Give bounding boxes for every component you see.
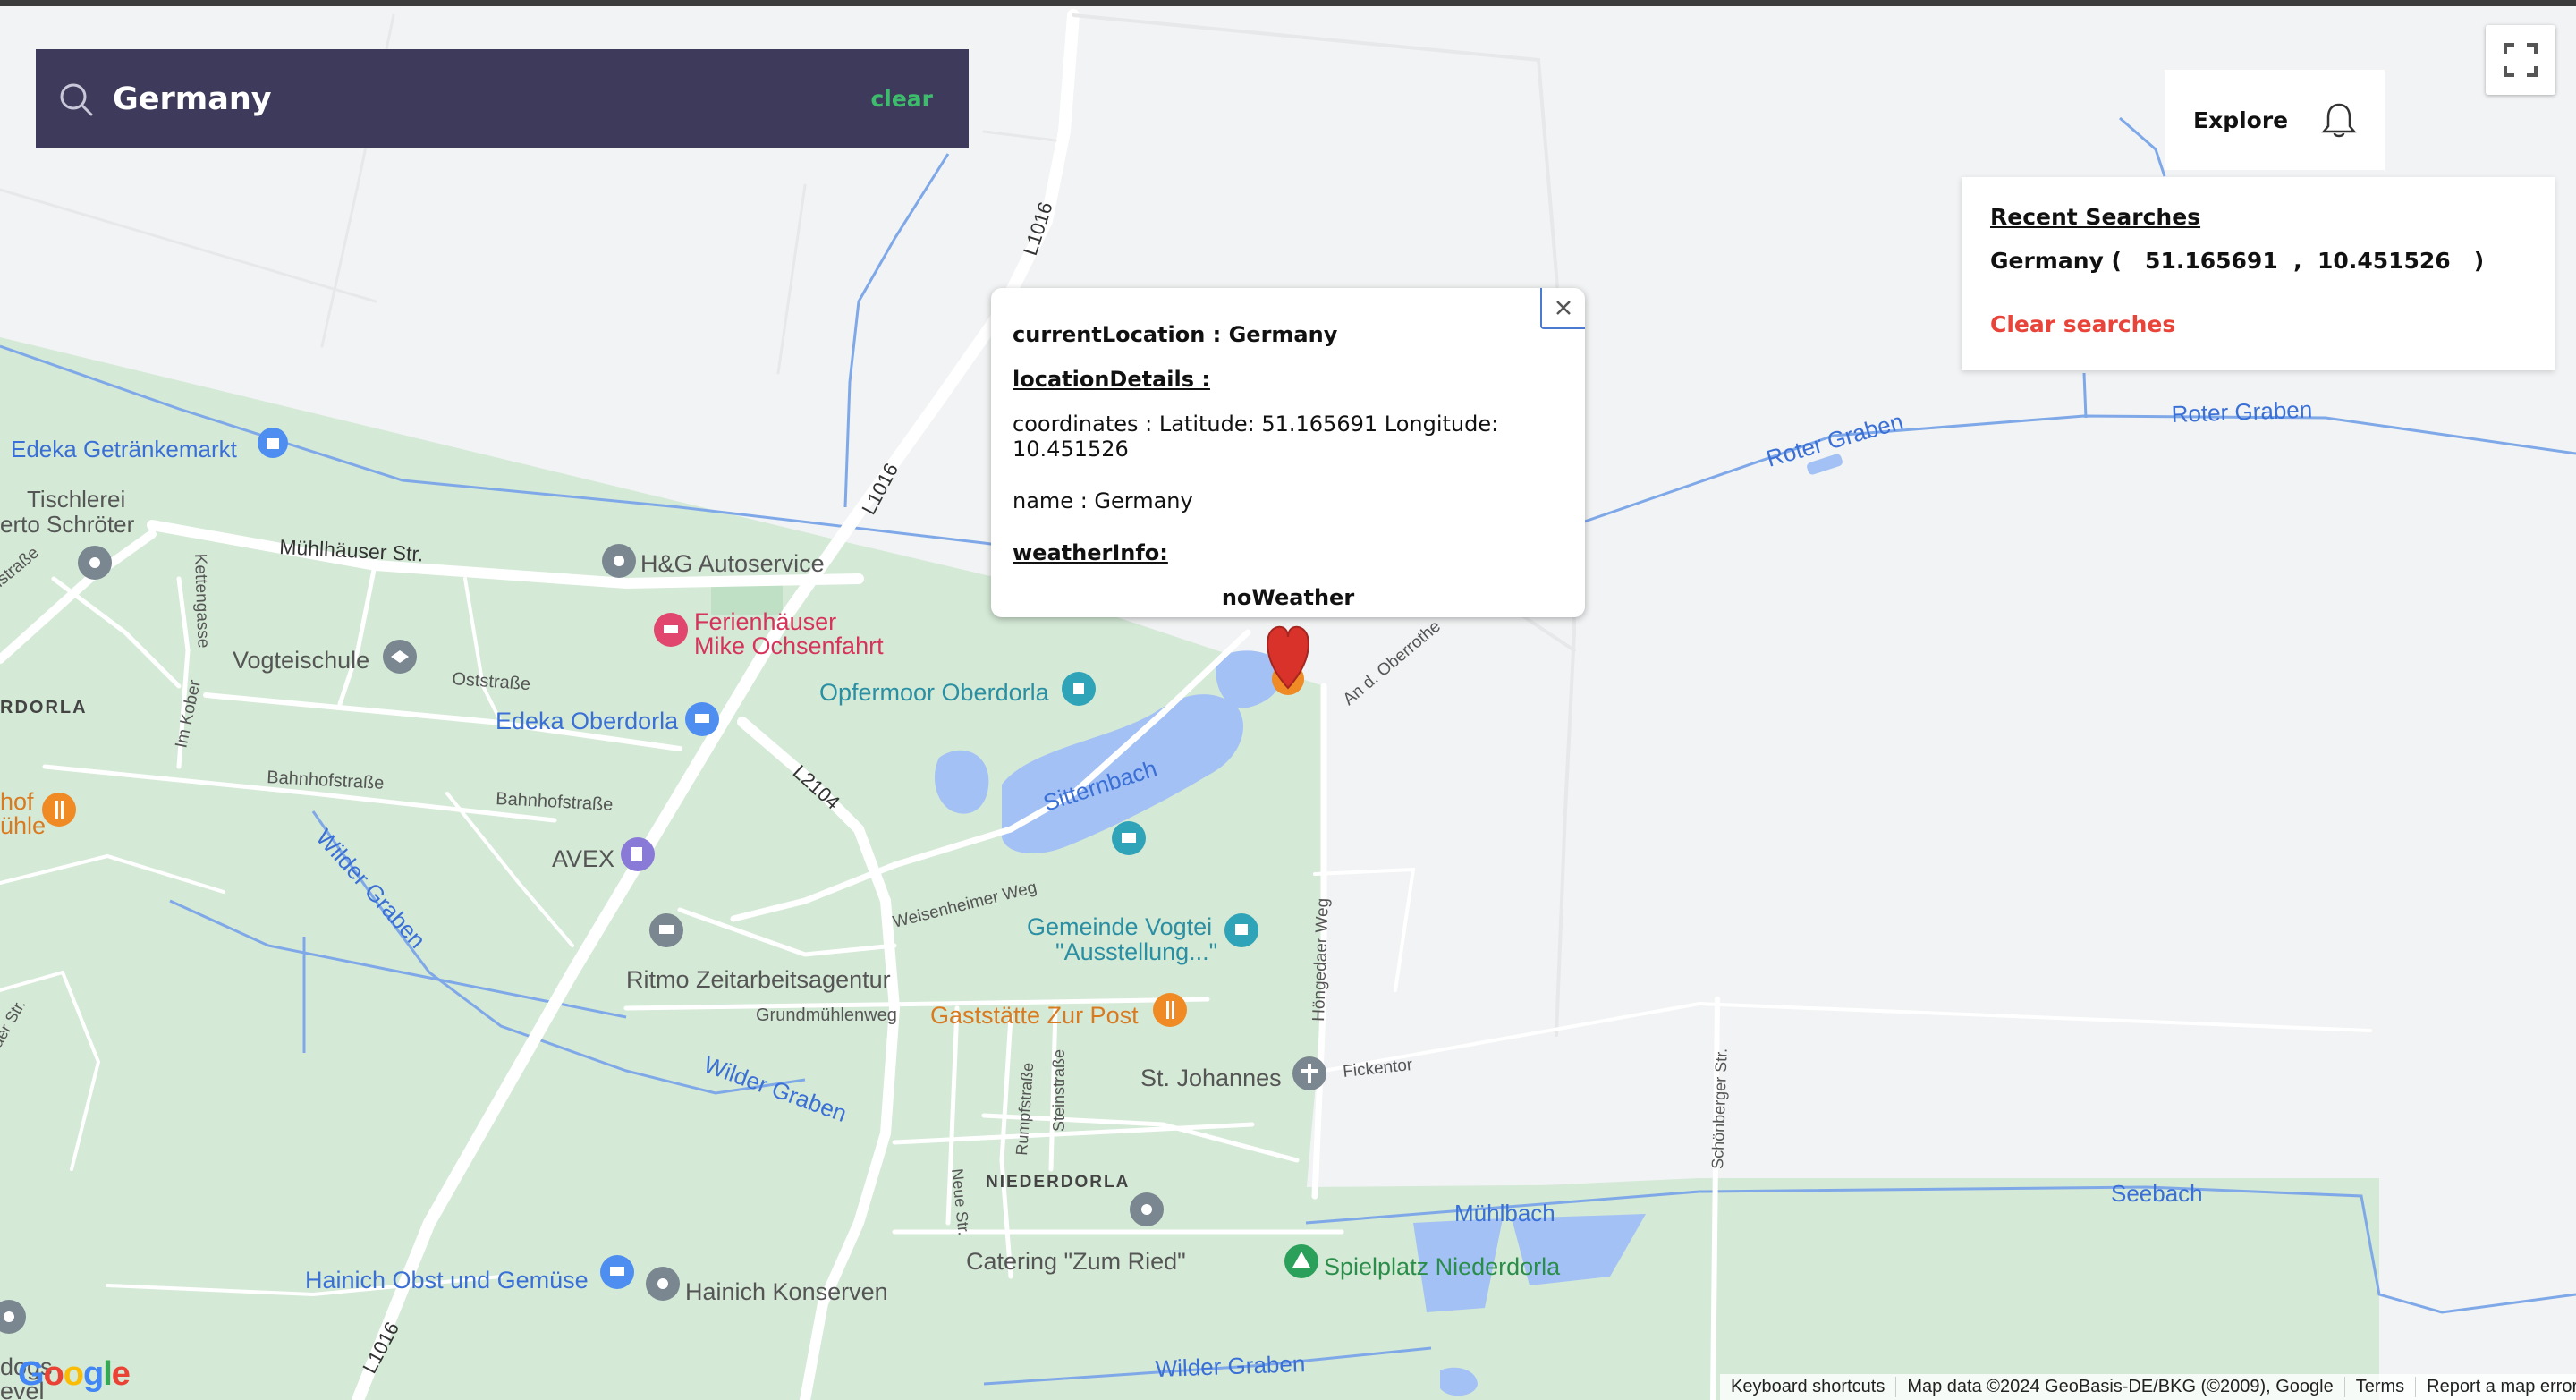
label-uhle: ühle [0,812,46,839]
search-input[interactable] [111,80,871,118]
label-catering: Catering "Zum Ried" [966,1248,1186,1275]
poi-edeka-getraenke-icon [258,428,288,458]
poi-edeka-oberdorla-icon [685,702,719,736]
label-gemeinde-1: Gemeinde Vogtei [1027,913,1212,940]
label-erto-schroeter: erto Schröter [0,511,135,538]
weather-info-title: weatherInfo: [1013,540,1168,565]
label-muehlbach: Mühlbach [1454,1200,1555,1226]
label-rdorla: RDORLA [0,698,88,717]
search-bar: clear [36,49,969,148]
label-ritmo: Ritmo Zeitarbeitsagentur [626,966,891,993]
label-edeka-getraenke: Edeka Getränkemarkt [11,436,238,462]
label-hainich-obst: Hainich Obst und Gemüse [305,1267,589,1294]
terms-link[interactable]: Terms [2343,1377,2415,1397]
poi-pin-niederdorla-icon [1130,1192,1164,1226]
close-icon [1556,301,1571,315]
label-ferienhaeuser-2: Mike Ochsenfahrt [694,632,884,659]
search-icon [60,83,93,115]
poi-camera-icon [1112,821,1146,855]
label-wilder-graben-3: Wilder Graben [1155,1350,1306,1382]
poi-hainich-konserven-icon [646,1267,680,1301]
map-footer: Keyboard shortcuts Map data ©2024 GeoBas… [1720,1374,2576,1400]
label-ferienhaeuser-1: Ferienhäuser [694,608,836,635]
weather-value-text: noWeather [1221,585,1355,610]
coordinates-text: coordinates : Latitude: 51.165691 Longit… [1013,412,1499,462]
poi-ferienhaeuser-icon [654,613,688,647]
poi-spielplatz-icon [1284,1244,1318,1278]
label-hg-autoservice: H&G Autoservice [640,550,825,577]
label-hainich-konserven: Hainich Konserven [685,1278,888,1305]
explore-label[interactable]: Explore [2193,107,2288,133]
label-l1016-2: L1016 [857,460,902,519]
label-grundmuehlenweg: Grundmühlenweg [756,1005,897,1025]
recent-search-item[interactable]: Germany ( 51.165691 , 10.451526 ) [1990,248,2526,274]
poi-st-johannes-icon [1292,1056,1326,1090]
map-data-attribution: Map data ©2024 GeoBasis-DE/BKG (©2009), … [1895,1377,2343,1397]
explore-panel[interactable]: Explore [2165,70,2385,170]
poi-opfermoor-icon [1062,672,1096,706]
label-spielplatz: Spielplatz Niederdorla [1324,1253,1561,1280]
location-details-title: locationDetails : [1013,367,1210,392]
poi-hainich-obst-icon [600,1255,634,1289]
current-location-text: currentLocation : Germany [1013,322,1338,347]
poi-avex-icon [621,837,655,871]
poi-pin-grey-icon [78,546,112,580]
label-roter-graben-2: Roter Graben [2171,396,2312,428]
fullscreen-button[interactable] [2486,25,2555,95]
label-l1016-1: L1016 [1019,199,1057,259]
label-hof: hof [0,788,34,815]
label-schoenberger-str: Schönberger Str. [1708,1048,1731,1169]
recent-searches-panel: Recent Searches Germany ( 51.165691 , 10… [1962,177,2555,370]
poi-vogteischule-icon [383,640,417,674]
label-steinstrasse: Steinstraße [1050,1049,1068,1132]
search-clear-button[interactable]: clear [870,86,933,112]
poi-ritmo-icon [649,913,683,947]
label-gaststaette: Gaststätte Zur Post [930,1002,1139,1029]
label-st-johannes: St. Johannes [1140,1065,1282,1091]
report-error-link[interactable]: Report a map error [2415,1377,2576,1397]
poi-hg-autoservice-icon [602,544,636,578]
label-edeka-oberdorla: Edeka Oberdorla [496,708,679,734]
label-opfermoor: Opfermoor Oberdorla [819,679,1050,706]
label-seebach: Seebach [2111,1180,2203,1207]
label-fickentor: Fickentor [1342,1056,1414,1082]
label-an-d-oberrothe: An d. Oberrothe [1340,617,1445,709]
label-niederdorla: NIEDERDORLA [986,1173,1130,1192]
keyboard-shortcuts-link[interactable]: Keyboard shortcuts [1720,1377,1895,1397]
label-hoengedaer-weg: Höngedaer Weg [1309,897,1333,1022]
fullscreen-icon [2504,43,2538,77]
label-tischlerei: Tischlerei [27,486,125,513]
bell-icon[interactable] [2318,99,2360,140]
google-logo: Google [18,1355,131,1393]
location-info-window: currentLocation : Germany locationDetail… [991,288,1585,617]
poi-restaurant-left-icon [42,793,76,827]
browser-top-bar [0,0,2576,6]
name-text: name : Germany [1013,488,1193,513]
info-close-button[interactable] [1540,288,1585,329]
clear-searches-button[interactable]: Clear searches [1990,311,2526,337]
recent-searches-title: Recent Searches [1990,204,2201,230]
label-gemeinde-2: "Ausstellung..." [1055,938,1217,965]
poi-gaststaette-icon [1153,993,1187,1027]
label-vogteischule: Vogteischule [233,647,369,674]
label-avex: AVEX [552,845,614,872]
label-kettengasse: Kettengasse [191,553,213,648]
poi-gemeinde-icon [1224,913,1258,947]
